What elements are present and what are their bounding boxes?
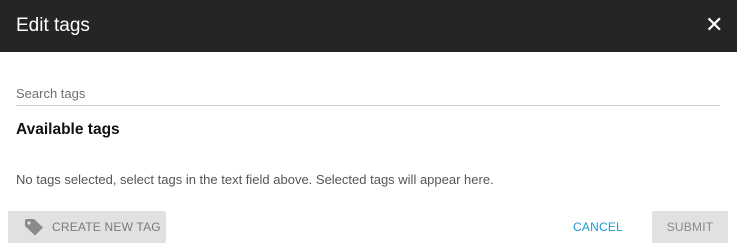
search-input[interactable] (16, 82, 720, 104)
cancel-button[interactable]: CANCEL (562, 211, 634, 243)
empty-tags-message: No tags selected, select tags in the tex… (16, 172, 494, 187)
edit-tags-dialog: Edit tags ✕ Available tags No tags selec… (0, 0, 737, 251)
search-field (16, 82, 720, 106)
dialog-title: Edit tags (16, 15, 90, 36)
dialog-header: Edit tags ✕ (0, 0, 737, 52)
create-new-tag-button[interactable]: CREATE NEW TAG (8, 211, 166, 243)
available-tags-heading: Available tags (16, 121, 120, 138)
submit-button[interactable]: SUBMIT (652, 211, 728, 243)
tag-icon (25, 219, 43, 236)
close-icon[interactable]: ✕ (705, 14, 723, 36)
create-new-tag-label: CREATE NEW TAG (52, 220, 161, 234)
